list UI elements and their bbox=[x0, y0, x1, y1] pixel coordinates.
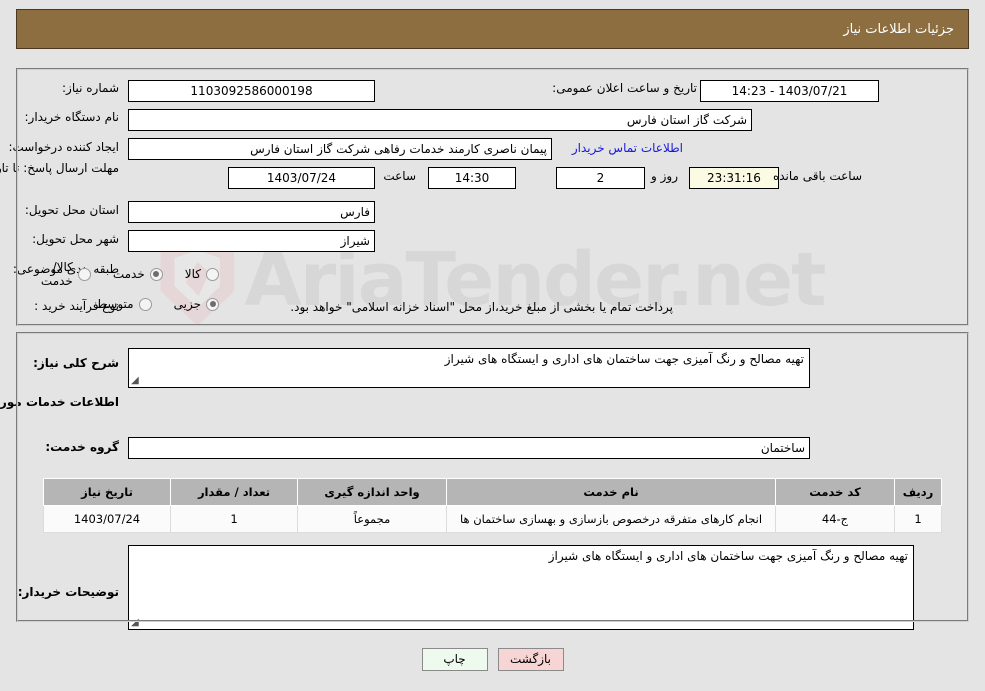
cell-date: 1403/07/24 bbox=[43, 505, 171, 533]
th-quantity: تعداد / مقدار bbox=[170, 478, 298, 506]
page-title: جزئیات اطلاعات نیاز bbox=[843, 21, 954, 37]
table-row: 1 ج-44 انجام کارهای متفرقه درخصوص بازساز… bbox=[43, 505, 942, 533]
action-buttons: بازگشت چاپ bbox=[0, 648, 985, 671]
cell-code: ج-44 bbox=[775, 505, 895, 533]
page-header: جزئیات اطلاعات نیاز bbox=[16, 9, 969, 49]
th-name: نام خدمت bbox=[446, 478, 776, 506]
need-details-panel bbox=[16, 68, 969, 326]
th-date: تاریخ نیاز bbox=[43, 478, 171, 506]
cell-quantity: 1 bbox=[170, 505, 298, 533]
cell-index: 1 bbox=[894, 505, 942, 533]
cell-name: انجام کارهای متفرقه درخصوص بازسازی و بهس… bbox=[446, 505, 776, 533]
services-panel bbox=[16, 332, 969, 622]
print-button[interactable]: چاپ bbox=[421, 648, 488, 671]
table-header-row: ردیف کد خدمت نام خدمت واحد اندازه گیری ت… bbox=[43, 478, 942, 506]
th-index: ردیف bbox=[894, 478, 942, 506]
services-table: ردیف کد خدمت نام خدمت واحد اندازه گیری ت… bbox=[43, 478, 942, 533]
back-button[interactable]: بازگشت bbox=[497, 648, 564, 671]
th-unit: واحد اندازه گیری bbox=[297, 478, 447, 506]
th-code: کد خدمت bbox=[775, 478, 895, 506]
cell-unit: مجموعاً bbox=[297, 505, 447, 533]
